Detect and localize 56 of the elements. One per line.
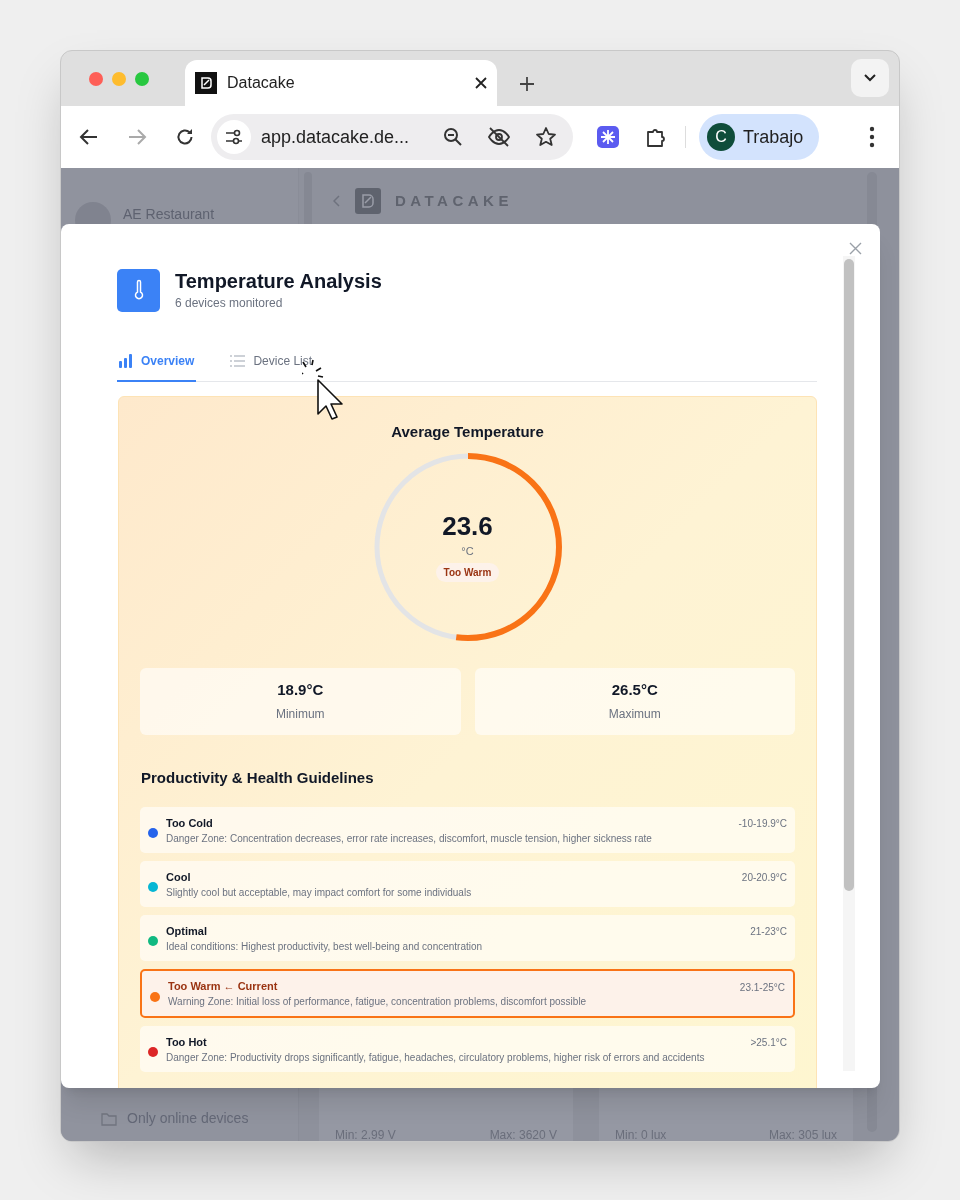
guideline-range: 20-20.9°C: [741, 871, 787, 885]
guideline-description: Slightly cool but acceptable, may impact comfort for some individuals: [166, 885, 473, 900]
thermometer-icon: [117, 268, 160, 312]
guideline-name: Cool: [166, 869, 192, 885]
tab[interactable]: Overview: [117, 342, 197, 382]
extension-icon[interactable]: [597, 126, 619, 148]
new-tab-icon[interactable]: [519, 76, 535, 92]
eye-off-icon[interactable]: [487, 127, 511, 147]
guideline-name: Too Warm ← Current: [168, 979, 279, 994]
browser-tab[interactable]: Datacake: [185, 60, 497, 106]
close-tab-icon[interactable]: [475, 77, 487, 89]
favicon-icon: [195, 72, 217, 94]
site-settings-icon[interactable]: [217, 120, 251, 154]
guideline-description: Ideal conditions: Highest productivity, best well-being and concentration: [166, 939, 484, 954]
guideline-description: Danger Zone: Concentration decreases, error rate increases, discomfort, muscle tension, higher sickness rate: [166, 831, 653, 846]
list-icon: [230, 355, 246, 367]
address-bar[interactable]: app.datacake.de...: [211, 114, 573, 160]
logo-icon: [355, 188, 381, 214]
status-badge: Too Warm: [435, 563, 500, 583]
gauge-unit: °C: [461, 543, 474, 559]
stat-value: 18.9°C: [277, 679, 324, 700]
url-text: app.datacake.de...: [261, 125, 410, 149]
profile-avatar: C: [707, 123, 735, 151]
guideline-description: Danger Zone: Productivity drops significantly, fatigue, headaches, circulatory problems, higher risk of errors and accidents: [166, 1050, 706, 1065]
bar-chart-icon: [119, 354, 133, 368]
puzzle-icon[interactable]: [645, 126, 667, 148]
guidelines-title: Productivity & Health Guidelines: [141, 767, 374, 788]
modal-title: Temperature Analysis: [175, 269, 382, 294]
guideline-description: Warning Zone: Initial loss of performance, fatigue, concentration problems, discomfort possible: [168, 995, 588, 1009]
profile-button[interactable]: C Trabajo: [699, 114, 820, 160]
gauge-title: Average Temperature: [391, 422, 544, 442]
guideline-name: Too Hot: [166, 1034, 208, 1050]
zoom-out-icon[interactable]: [443, 127, 463, 147]
reload-icon[interactable]: [175, 127, 195, 147]
guideline-range: 23.1-25°C: [739, 981, 785, 995]
guideline-name: Too Cold: [166, 815, 214, 831]
folder-icon: [101, 1111, 117, 1126]
scrollbar-thumb[interactable]: [844, 259, 854, 891]
stat-label: Maximum: [608, 706, 661, 724]
tab-search-button[interactable]: [851, 59, 889, 97]
stat-label: Minimum: [275, 706, 325, 724]
gauge-value: 23.6: [442, 510, 493, 541]
guideline-name: Optimal: [166, 923, 208, 939]
tab-title: Datacake: [227, 73, 296, 93]
star-icon[interactable]: [535, 126, 557, 148]
close-icon[interactable]: [849, 242, 862, 255]
modal-subtitle: 6 devices monitored: [175, 295, 284, 312]
profile-name: Trabajo: [743, 125, 804, 149]
chevron-down-icon: [863, 73, 877, 83]
stat-value: 26.5°C: [611, 679, 658, 700]
guideline-range: -10-19.9°C: [738, 817, 787, 831]
menu-icon[interactable]: [869, 126, 875, 148]
guideline-range: >25.1°C: [750, 1036, 787, 1050]
tab[interactable]: Device List: [228, 342, 315, 382]
back-icon[interactable]: [79, 127, 99, 147]
guideline-range: 21-23°C: [750, 925, 787, 939]
